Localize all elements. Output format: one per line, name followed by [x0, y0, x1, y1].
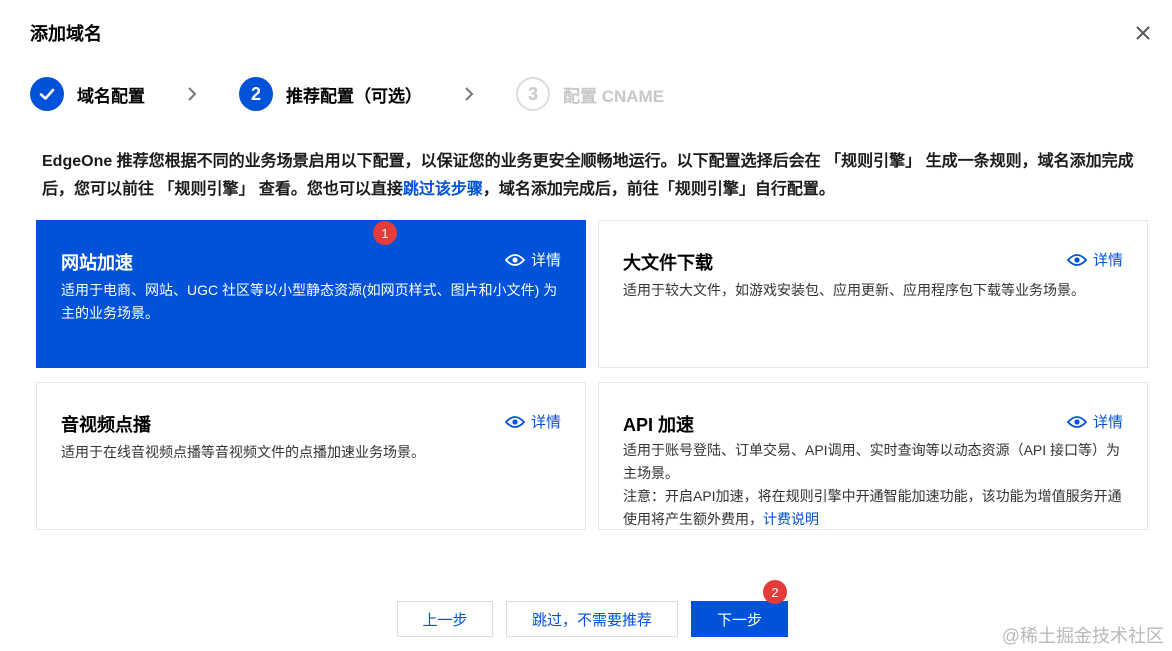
details-label: 详情	[1092, 414, 1123, 431]
eye-icon	[504, 253, 525, 266]
card-title: API 加速	[623, 415, 695, 435]
eye-icon	[504, 415, 525, 428]
check-icon	[30, 77, 64, 111]
step-domain-config: 域名配置	[30, 77, 145, 111]
card-description: 适用于账号登陆、订单交易、API调用、实时查询等以动态资源（API 接口等）为主…	[623, 439, 1123, 531]
step-recommended-config: 2 推荐配置（可选）	[239, 77, 422, 111]
step-number: 2	[239, 77, 273, 111]
card-title: 网站加速	[61, 253, 133, 273]
intro-text: EdgeOne 推荐您根据不同的业务场景启用以下配置，以保证您的业务更安全顺畅地…	[42, 148, 1142, 204]
eye-icon	[1066, 253, 1087, 266]
step-label: 推荐配置（可选）	[286, 86, 422, 106]
card-description: 适用于在线音视频点播等音视频文件的点播加速业务场景。	[61, 444, 425, 460]
details-link[interactable]: 详情	[504, 249, 561, 270]
billing-info-link[interactable]: 计费说明	[763, 511, 819, 527]
card-large-file-download[interactable]: 大文件下载 详情 适用于较大文件，如游戏安装包、应用更新、应用程序包下载等业务场…	[598, 220, 1148, 368]
chevron-right-icon	[188, 87, 197, 101]
card-note: 注意：开启API加速，将在规则引擎中开通智能加速功能，该功能为增值服务开通使用将…	[623, 485, 1123, 531]
dialog-title: 添加域名	[30, 24, 102, 44]
card-video-on-demand[interactable]: 音视频点播 详情 适用于在线音视频点播等音视频文件的点播加速业务场景。	[36, 382, 586, 530]
details-link[interactable]: 详情	[1066, 249, 1123, 270]
card-description: 适用于较大文件，如游戏安装包、应用更新、应用程序包下载等业务场景。	[623, 282, 1085, 298]
step-number: 3	[516, 77, 550, 111]
watermark: @稀土掘金技术社区	[1001, 626, 1164, 646]
card-description: 适用于电商、网站、UGC 社区等以小型静态资源(如网页样式、图片和小文件) 为主…	[61, 282, 558, 321]
annotation-badge: 1	[373, 221, 397, 245]
details-link[interactable]: 详情	[504, 411, 561, 432]
details-label: 详情	[1092, 252, 1123, 269]
intro-text-after: ，域名添加完成后，前往「规则引擎」自行配置。	[482, 181, 835, 198]
step-cname-config: 3 配置 CNAME	[516, 77, 664, 111]
step-label: 域名配置	[77, 86, 145, 106]
details-link[interactable]: 详情	[1066, 411, 1123, 432]
eye-icon	[1066, 415, 1087, 428]
card-note-text: 注意：开启API加速，将在规则引擎中开通智能加速功能，该功能为增值服务开通使用将…	[623, 488, 1122, 527]
skip-recommend-button[interactable]: 跳过，不需要推荐	[506, 601, 678, 637]
prev-step-button[interactable]: 上一步	[397, 601, 493, 637]
step-label: 配置 CNAME	[563, 86, 665, 106]
card-api-acceleration[interactable]: API 加速 详情 适用于账号登陆、订单交易、API调用、实时查询等以动态资源（…	[598, 382, 1148, 530]
skip-step-link[interactable]: 跳过该步骤	[403, 181, 483, 198]
chevron-right-icon	[465, 87, 474, 101]
next-step-button[interactable]: 下一步	[691, 601, 788, 637]
details-label: 详情	[530, 414, 561, 431]
card-title: 大文件下载	[623, 253, 713, 273]
close-icon[interactable]	[1132, 22, 1154, 44]
card-description-text: 适用于账号登陆、订单交易、API调用、实时查询等以动态资源（API 接口等）为主…	[623, 442, 1121, 481]
card-website-acceleration[interactable]: 网站加速 详情 适用于电商、网站、UGC 社区等以小型静态资源(如网页样式、图片…	[36, 220, 586, 368]
card-title: 音视频点播	[61, 415, 151, 435]
annotation-badge: 2	[763, 580, 787, 604]
details-label: 详情	[530, 252, 561, 269]
stepper: 域名配置 2 推荐配置（可选） 3 配置 CNAME	[30, 76, 664, 112]
